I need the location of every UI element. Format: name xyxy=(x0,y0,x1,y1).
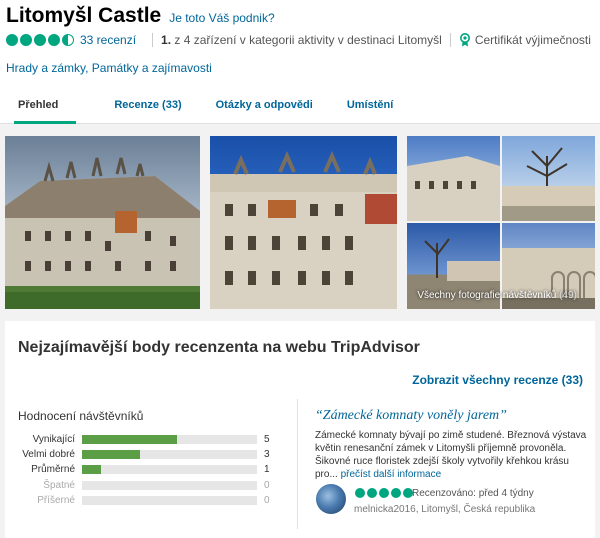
rating-label: Špatné xyxy=(43,479,75,491)
rating-row-very-good[interactable]: Velmi dobré 3 xyxy=(18,448,278,460)
rating-count: 5 xyxy=(264,433,270,445)
certificate-label: Certifikát výjimečnosti xyxy=(474,33,591,47)
rating-bar-fill xyxy=(82,449,140,459)
attraction-header: Litomyšl Castle Je toto Váš podnik? 33 r… xyxy=(0,0,600,89)
castle-photo-1[interactable] xyxy=(5,136,200,309)
rating-count: 0 xyxy=(264,479,270,491)
divider xyxy=(152,33,154,47)
rating-count: 0 xyxy=(264,494,270,506)
rating-bubble-icon xyxy=(48,34,60,46)
photo-gallery: Všechny fotografie návštěvníků (49) xyxy=(0,124,600,321)
castle-photo-2[interactable] xyxy=(209,136,398,309)
tab-overview[interactable]: Přehled xyxy=(13,89,77,124)
castle-image xyxy=(502,147,595,206)
reviews-section-title: Nejzajímavější body recenzenta na webu T… xyxy=(18,339,420,356)
rating-row-excellent[interactable]: Vynikající 5 xyxy=(18,433,278,445)
ranking-text: 1. z 4 zařízení v kategorii aktivity v d… xyxy=(161,33,442,47)
section-tabs: Přehled Recenze (33) Otázky a odpovědi U… xyxy=(0,89,600,124)
rating-half-bubble-icon xyxy=(62,34,74,46)
all-photos-link[interactable]: Všechny fotografie návštěvníků (49) xyxy=(417,290,577,301)
review-title-link[interactable]: “Zámecké komnaty voněly jarem” xyxy=(315,408,507,424)
rating-bubble-icon xyxy=(20,34,32,46)
certificate-badge[interactable]: Certifikát výjimečnosti xyxy=(459,33,591,47)
rating-label: Velmi dobré xyxy=(22,448,75,460)
rating-bubbles[interactable] xyxy=(6,34,74,46)
rank-number: 1. xyxy=(161,33,172,47)
rating-bubble-icon xyxy=(355,488,365,498)
rating-bubble-icon xyxy=(391,488,401,498)
certificate-icon xyxy=(459,33,470,47)
tab-location[interactable]: Umístění xyxy=(347,89,393,123)
castle-image xyxy=(407,156,501,221)
rating-label: Průměrné xyxy=(31,463,75,475)
divider xyxy=(297,399,298,529)
reviewer-info[interactable]: melnicka2016, Litomyšl, Česká republika xyxy=(354,504,535,515)
category-links[interactable]: Hrady a zámky, Památky a zajímavosti xyxy=(6,61,594,75)
rating-row-average[interactable]: Průměrné 1 xyxy=(18,463,278,475)
rating-bubble-icon xyxy=(379,488,389,498)
claim-business-link[interactable]: Je toto Váš podnik? xyxy=(169,11,274,25)
castle-image xyxy=(209,151,398,309)
rating-bubble-icon xyxy=(367,488,377,498)
rating-bar xyxy=(82,464,257,474)
castle-thumbnail[interactable] xyxy=(407,136,501,221)
review-date: Recenzováno: před 4 týdny xyxy=(412,488,534,499)
page-title: Litomyšl Castle xyxy=(6,4,162,27)
rating-label: Příšerné xyxy=(37,494,75,506)
ratings-title: Hodnocení návštěvníků xyxy=(18,409,144,423)
all-photos-count: (49) xyxy=(559,290,577,301)
rating-bar xyxy=(82,449,257,459)
rating-row-poor: Špatné 0 xyxy=(18,479,278,491)
rating-count: 3 xyxy=(264,448,270,460)
review-snippet: Zámecké komnaty bývají po zimě studené. … xyxy=(315,429,587,481)
show-all-reviews-link[interactable]: Zobrazit všechny recenze (33) xyxy=(412,373,583,387)
rating-bar xyxy=(82,434,257,444)
photo-mosaic[interactable]: Všechny fotografie návštěvníků (49) xyxy=(407,136,595,309)
castle-image xyxy=(5,157,200,309)
reviews-section: Nejzajímavější body recenzenta na webu T… xyxy=(0,321,600,538)
castle-thumbnail[interactable] xyxy=(502,136,595,221)
rating-count: 1 xyxy=(264,463,270,475)
read-more-link[interactable]: přečíst další informace xyxy=(341,469,442,480)
rating-bubble-icon xyxy=(34,34,46,46)
reviews-card: Nejzajímavější body recenzenta na webu T… xyxy=(5,321,595,538)
review-rating-bubbles xyxy=(355,488,413,498)
reviewer-avatar[interactable] xyxy=(316,484,346,514)
divider xyxy=(449,33,451,47)
rating-bar-fill xyxy=(82,434,178,444)
all-photos-label: Všechny fotografie návštěvníků xyxy=(417,290,557,301)
tab-reviews[interactable]: Recenze (33) xyxy=(114,89,181,123)
review-count-link[interactable]: 33 recenzí xyxy=(80,33,136,47)
rating-bar xyxy=(82,480,257,490)
rating-label: Vynikající xyxy=(32,433,75,445)
rating-bar-fill xyxy=(82,464,102,474)
rating-row-terrible: Příšerné 0 xyxy=(18,494,278,506)
rating-bubble-icon xyxy=(6,34,18,46)
tab-questions[interactable]: Otázky a odpovědi xyxy=(216,89,313,123)
rank-description[interactable]: z 4 zařízení v kategorii aktivity v dest… xyxy=(174,33,441,47)
rating-bar xyxy=(82,495,257,505)
